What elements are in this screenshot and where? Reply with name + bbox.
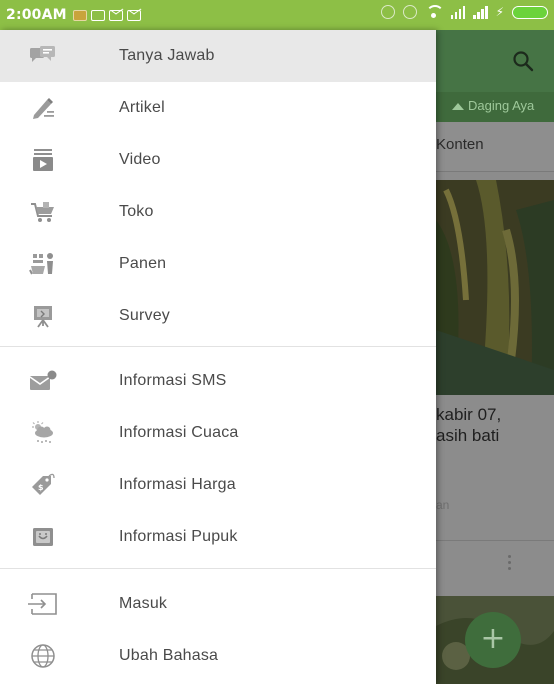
survey-board-icon bbox=[28, 303, 58, 329]
weather-cloud-icon bbox=[28, 420, 58, 446]
card-divider bbox=[436, 540, 554, 541]
triangle-up-icon bbox=[452, 103, 464, 111]
drawer-item-informasi-pupuk[interactable]: Informasi Pupuk bbox=[0, 511, 436, 563]
status-indicators: ⚡ bbox=[380, 5, 548, 19]
rotation-icon bbox=[402, 5, 417, 19]
image-notification-icon bbox=[90, 9, 105, 21]
charging-icon: ⚡ bbox=[495, 5, 504, 19]
login-icon bbox=[28, 591, 58, 617]
harvest-icon bbox=[28, 251, 58, 277]
status-time: 2:00AM bbox=[6, 7, 67, 23]
drawer-divider-2 bbox=[0, 568, 436, 569]
notification-icons bbox=[72, 9, 141, 21]
post-subtitle: an bbox=[436, 498, 450, 512]
mail-notification-icon-2 bbox=[126, 9, 141, 21]
svg-text:$: $ bbox=[38, 483, 44, 492]
drawer-item-tanya-jawab[interactable]: Tanya Jawab bbox=[0, 30, 436, 82]
globe-icon bbox=[28, 643, 58, 669]
more-vert-icon[interactable] bbox=[508, 555, 512, 573]
pencil-icon bbox=[28, 95, 58, 121]
signal-icon-2 bbox=[473, 5, 488, 19]
price-tag-icon: $ bbox=[28, 472, 58, 498]
post-title: kabir 07, asih bati bbox=[436, 405, 502, 445]
add-fab-button[interactable]: + bbox=[465, 612, 521, 668]
drawer-item-artikel[interactable]: Artikel bbox=[0, 82, 436, 134]
drawer-item-panen[interactable]: Panen bbox=[0, 238, 436, 290]
search-icon[interactable] bbox=[512, 50, 534, 72]
category-chip[interactable]: Daging Aya bbox=[452, 98, 534, 113]
drawer-item-masuk[interactable]: Masuk bbox=[0, 578, 436, 630]
status-bar: 2:00AM ⚡ bbox=[0, 0, 554, 30]
drawer-item-informasi-cuaca[interactable]: Informasi Cuaca bbox=[0, 407, 436, 459]
fertilizer-bag-icon bbox=[28, 524, 58, 550]
navigation-drawer: Tanya Jawab Artikel Video Toko Panen Sur… bbox=[0, 30, 436, 684]
sms-envelope-icon bbox=[28, 368, 58, 394]
drawer-divider bbox=[0, 346, 436, 347]
mail-notification-icon bbox=[108, 9, 123, 21]
signal-icon bbox=[450, 5, 466, 19]
drawer-item-toko[interactable]: Toko bbox=[0, 186, 436, 238]
drawer-item-video[interactable]: Video bbox=[0, 134, 436, 186]
drawer-item-informasi-sms[interactable]: Informasi SMS bbox=[0, 355, 436, 407]
app-notification-icon bbox=[72, 9, 87, 21]
wifi-icon bbox=[425, 5, 444, 19]
drawer-item-informasi-harga[interactable]: $ Informasi Harga bbox=[0, 459, 436, 511]
battery-icon bbox=[512, 5, 548, 19]
chat-bubbles-icon bbox=[28, 43, 58, 69]
video-player-icon bbox=[28, 147, 58, 173]
drawer-item-ubah-bahasa[interactable]: Ubah Bahasa bbox=[0, 630, 436, 682]
shopping-cart-icon bbox=[28, 199, 58, 225]
drawer-item-survey[interactable]: Survey bbox=[0, 290, 436, 342]
sync-icon bbox=[380, 5, 395, 19]
post-image bbox=[436, 180, 554, 395]
